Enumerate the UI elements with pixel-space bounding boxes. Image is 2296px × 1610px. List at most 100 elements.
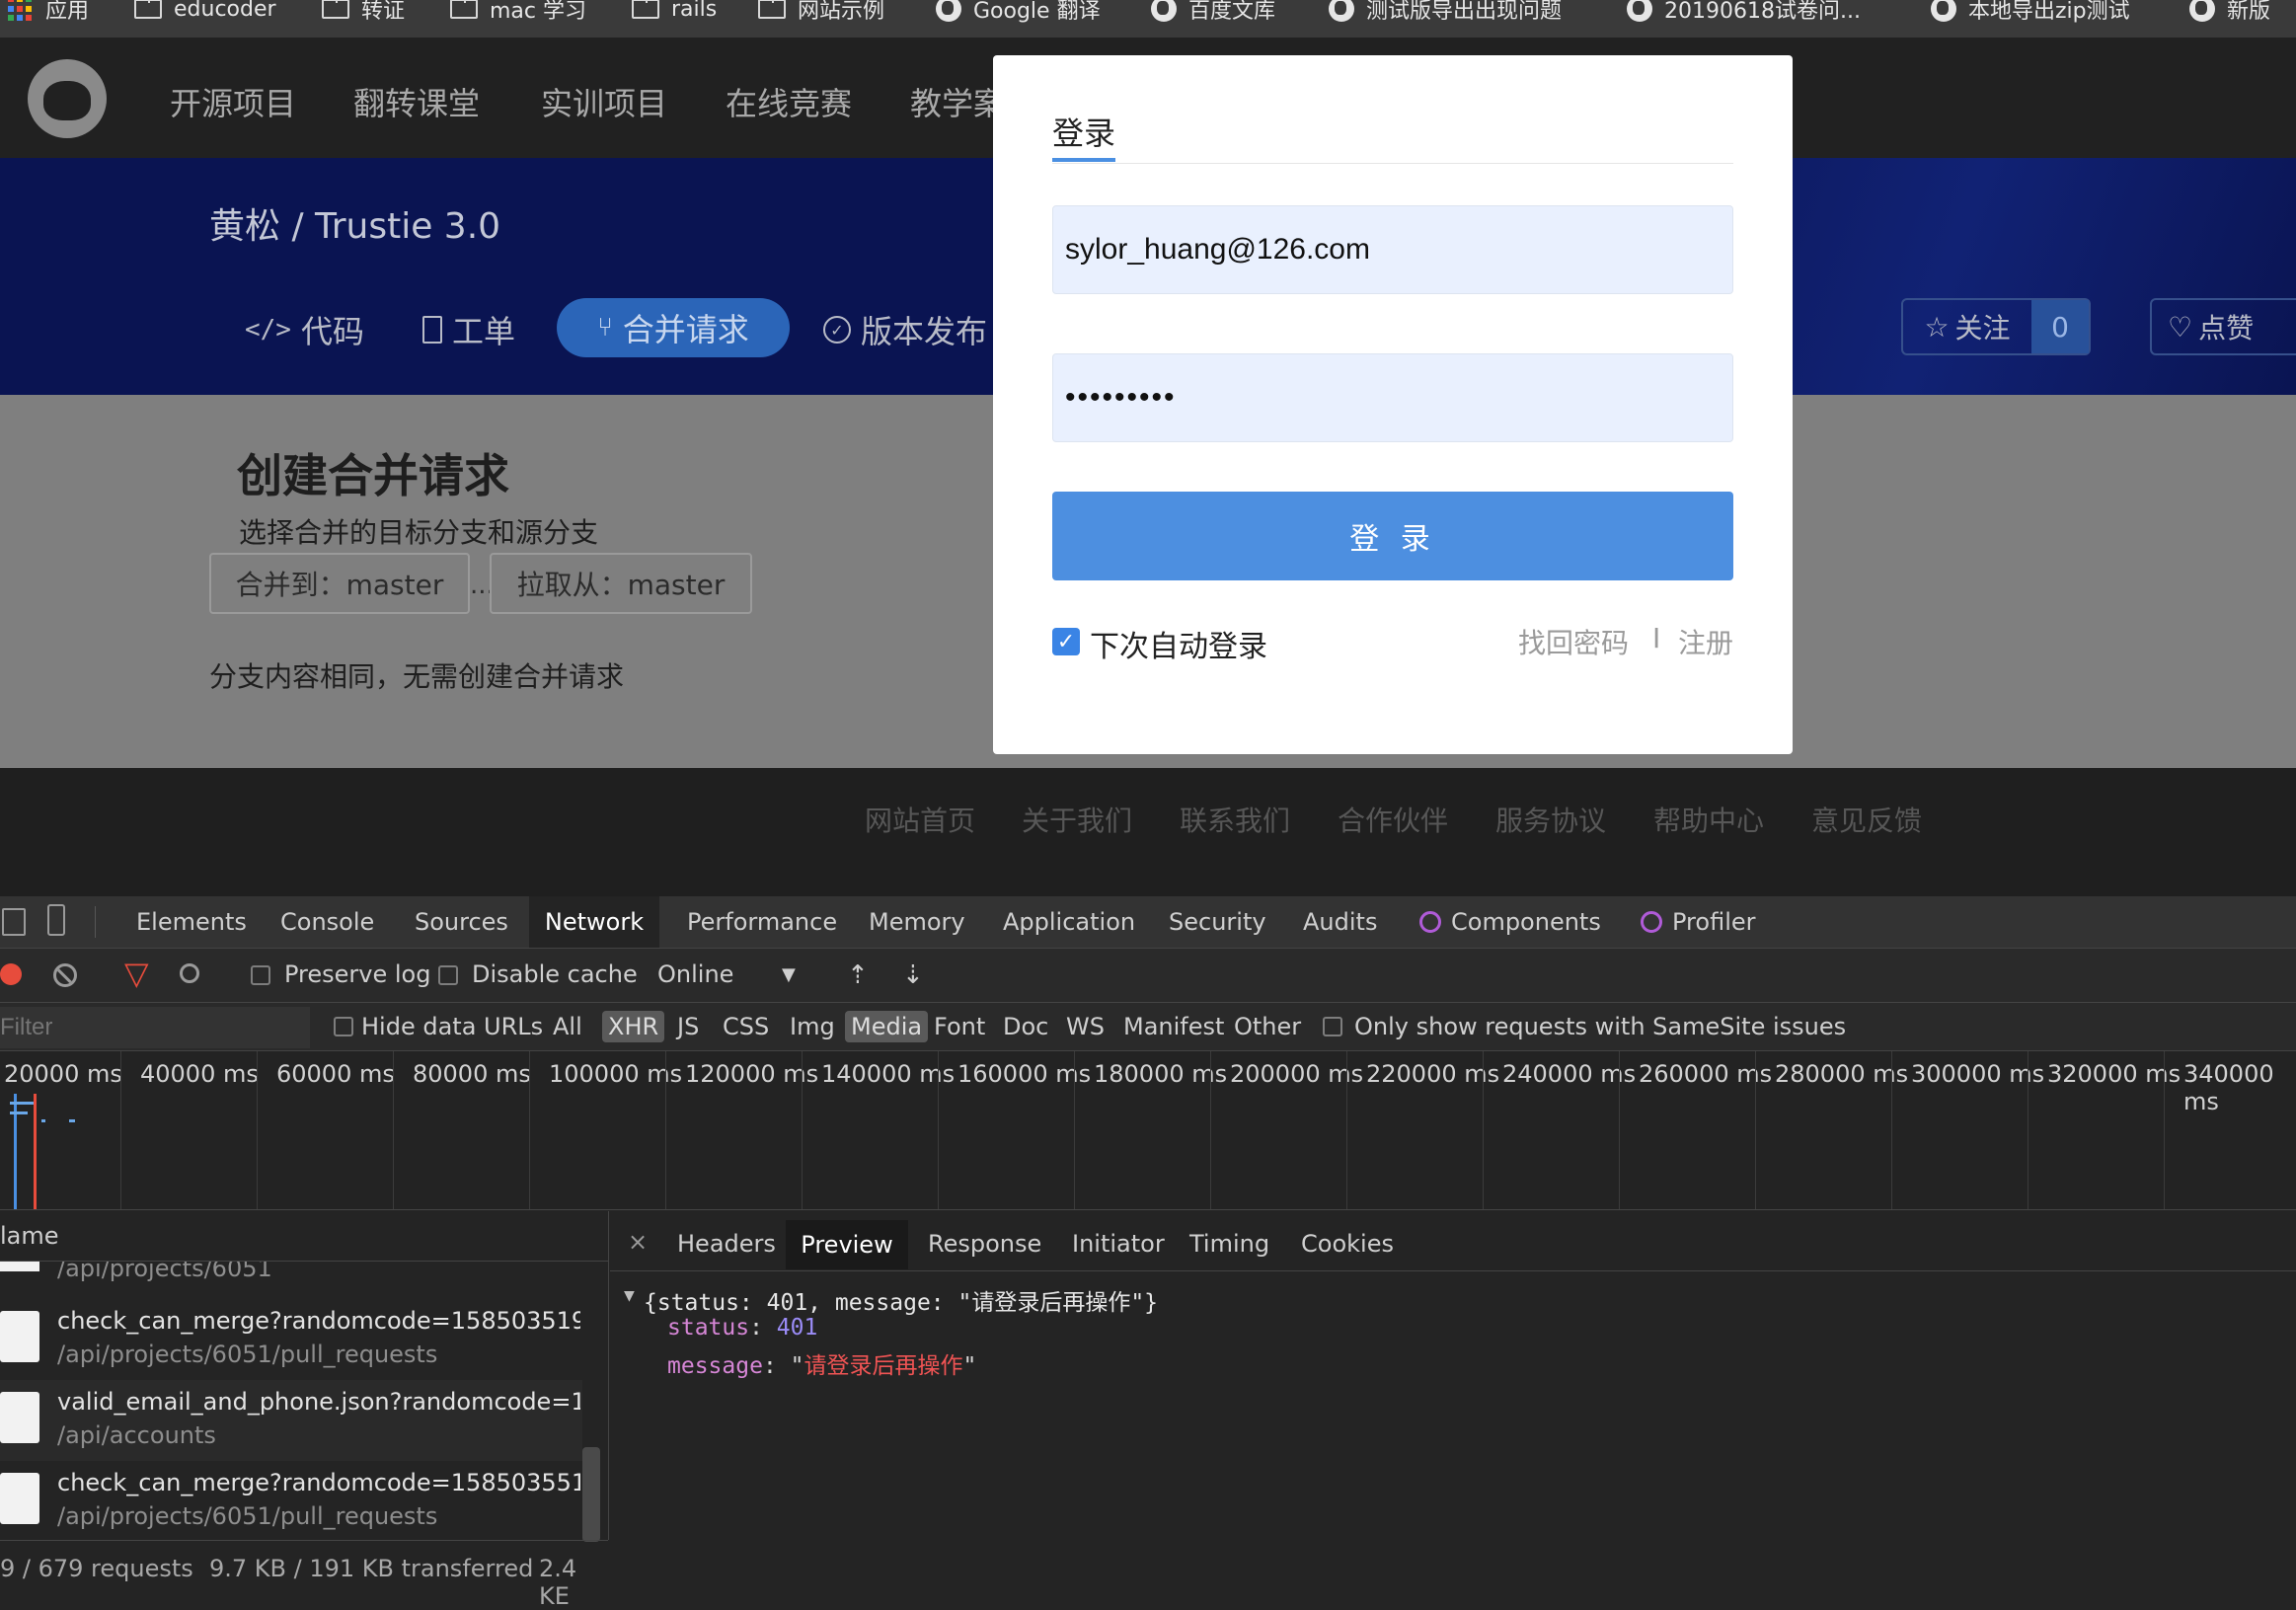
tab-security[interactable]: Security [1163,896,1272,948]
nav-flipped-classroom[interactable]: 翻转课堂 [353,79,480,124]
table-row[interactable]: valid_email_and_phone.json?randomcode=15… [0,1380,582,1461]
page-subtitle: 选择合并的目标分支和源分支 [239,516,599,549]
filter-icon[interactable]: ▽ [124,958,149,989]
tab-initiator[interactable]: Initiator [1072,1230,1165,1258]
samesite-checkbox[interactable] [1323,1017,1342,1036]
source-branch-select[interactable]: 拉取从：master [490,553,752,614]
nav-open-source[interactable]: 开源项目 [170,79,296,124]
request-list-scrollbar[interactable] [582,1447,600,1542]
tab-components[interactable]: Components [1414,896,1607,948]
tab-sources[interactable]: Sources [409,896,514,948]
password-field[interactable] [1052,353,1733,442]
tab-application[interactable]: Application [997,896,1141,948]
forgot-password-link[interactable]: 找回密码 [1518,622,1629,661]
tab-audits[interactable]: Audits [1297,896,1383,948]
tab-performance[interactable]: Performance [681,896,843,948]
filter-media[interactable]: Media [845,1011,929,1042]
tab-preview[interactable]: Preview [786,1220,908,1269]
bookmark-mac-study[interactable]: mac 学习 [450,0,586,24]
filter-input[interactable] [0,1007,310,1048]
download-icon[interactable]: ⇣ [902,960,924,990]
tab-code[interactable]: </> 代码 [245,302,364,357]
footer-link-feedback[interactable]: 意见反馈 [1811,800,1922,839]
tab-issues[interactable]: 工单 [422,302,515,357]
register-link[interactable]: 注册 [1678,622,1733,661]
folder-icon [632,0,659,19]
footer-link-partners[interactable]: 合作伙伴 [1338,800,1448,839]
filter-all[interactable]: All [547,1011,588,1042]
bookmark-new[interactable]: 新版 [2189,0,2270,24]
filter-css[interactable]: CSS [717,1011,775,1042]
table-row[interactable]: check_can_merge?randomcode=1585035190&c.… [0,1299,582,1380]
filter-doc[interactable]: Doc [997,1011,1054,1042]
disable-cache-label[interactable]: Disable cache [472,960,638,988]
email-field[interactable] [1052,205,1733,294]
search-icon[interactable] [180,963,199,983]
login-button[interactable]: 登 录 [1052,492,1733,580]
bookmark-site-examples[interactable]: 网站示例 [758,0,884,24]
footer-link-help[interactable]: 帮助中心 [1653,800,1764,839]
tab-console[interactable]: Console [274,896,380,948]
bookmark-baidu-wenku[interactable]: 百度文库 [1151,0,1275,24]
disable-cache-checkbox[interactable] [438,965,458,985]
target-branch-select[interactable]: 合并到：master [209,553,470,614]
bookmark-exam-issue[interactable]: 20190618试卷问... [1627,0,1861,24]
throttle-select[interactable]: Online [657,960,733,988]
filter-font[interactable]: Font [928,1011,991,1042]
tab-releases[interactable]: ✓ 版本发布 [823,302,987,357]
tab-network[interactable]: Network [529,896,659,948]
table-row[interactable]: check_can_merge?randomcode=1585035519&c.… [0,1461,582,1542]
remember-checkbox[interactable]: ✓ [1052,628,1080,655]
bookmark-educoder[interactable]: educoder [134,0,276,24]
tab-profiler[interactable]: Profiler [1635,896,1762,948]
login-tab[interactable]: 登录 [1052,109,1115,154]
samesite-label[interactable]: Only show requests with SameSite issues [1350,1011,1852,1042]
expand-triangle-icon[interactable]: ▼ [624,1285,635,1306]
filter-ws[interactable]: WS [1060,1011,1110,1042]
bookmark-apps[interactable]: 应用 [8,0,89,24]
chevron-down-icon[interactable]: ▼ [782,964,796,985]
device-toggle-icon[interactable] [47,904,65,936]
bookmark-google-translate[interactable]: Google 翻译 [936,0,1101,24]
inspect-element-icon[interactable] [2,908,26,936]
tab-memory[interactable]: Memory [863,896,971,948]
bookmark-rails[interactable]: rails [632,0,717,24]
tab-timing[interactable]: Timing [1189,1230,1269,1258]
repo-title[interactable]: 黄松 / Trustie 3.0 [209,197,500,249]
clear-icon[interactable] [53,963,77,987]
preserve-log-label[interactable]: Preserve log [284,960,430,988]
record-icon[interactable] [0,963,22,985]
filter-js[interactable]: JS [671,1011,705,1042]
footer-link-about[interactable]: 关于我们 [1022,800,1132,839]
filter-img[interactable]: Img [784,1011,841,1042]
preserve-log-checkbox[interactable] [251,965,270,985]
globe-icon [1931,0,1956,22]
github-logo-icon[interactable] [28,59,107,138]
close-icon[interactable]: × [628,1228,648,1256]
nav-training[interactable]: 实训项目 [541,79,667,124]
filter-xhr[interactable]: XHR [602,1011,665,1042]
response-summary[interactable]: {status: 401, message: "请登录后再操作"} [644,1283,1158,1317]
watch-button[interactable]: ☆ 关注 0 [1901,298,2091,355]
name-column-header[interactable]: lame [0,1211,608,1262]
remember-label[interactable]: 下次自动登录 [1090,622,1267,665]
hide-data-urls-checkbox[interactable] [334,1017,353,1036]
tab-pull-requests[interactable]: ⑂ 合并请求 [557,298,790,357]
footer-link-terms[interactable]: 服务协议 [1495,800,1606,839]
filter-manifest[interactable]: Manifest [1117,1011,1230,1042]
tab-response[interactable]: Response [928,1230,1041,1258]
bookmark-zip-test[interactable]: 本地导出zip测试 [1931,0,2130,24]
filter-other[interactable]: Other [1228,1011,1307,1042]
tab-cookies[interactable]: Cookies [1301,1230,1394,1258]
upload-icon[interactable]: ⇡ [847,960,869,990]
footer-link-contact[interactable]: 联系我们 [1180,800,1290,839]
hide-data-urls-label[interactable]: Hide data URLs [361,1011,549,1042]
like-button[interactable]: ♡ 点赞 [2150,298,2296,355]
nav-teaching[interactable]: 教学案 [910,79,1005,124]
nav-competition[interactable]: 在线竞赛 [726,79,852,124]
bookmark-zhuanzheng[interactable]: 转证 [322,0,405,24]
tab-headers[interactable]: Headers [677,1230,776,1258]
footer-link-home[interactable]: 网站首页 [865,800,975,839]
bookmark-export-issue[interactable]: 测试版导出出现问题 [1329,0,1562,24]
tab-elements[interactable]: Elements [130,896,253,948]
